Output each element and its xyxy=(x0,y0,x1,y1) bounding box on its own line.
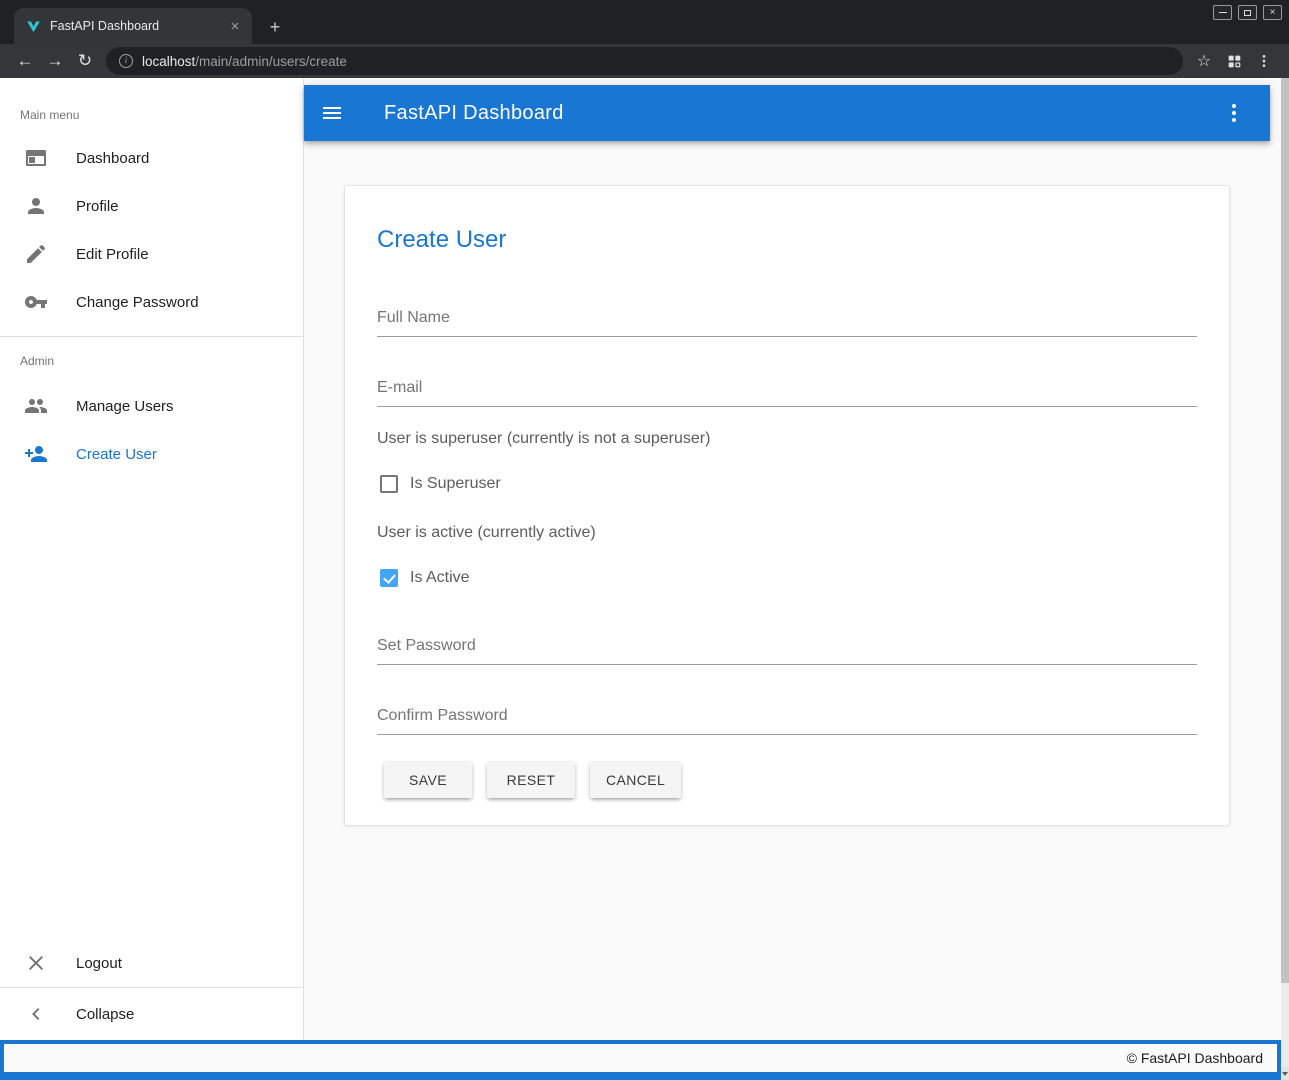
scrollbar-thumb[interactable] xyxy=(1281,78,1289,983)
reset-button[interactable]: RESET xyxy=(487,762,575,798)
key-icon xyxy=(24,290,48,314)
full-name-field[interactable]: Full Name xyxy=(377,309,1197,337)
hamburger-menu-button[interactable] xyxy=(320,101,344,125)
tab-title: FastAPI Dashboard xyxy=(50,19,217,33)
cancel-button[interactable]: CANCEL xyxy=(590,762,681,798)
url-host: localhost xyxy=(142,54,195,69)
email-label: E-mail xyxy=(377,379,1197,407)
sidebar: Main menu Dashboard Profile Edit Profile… xyxy=(0,78,304,1040)
superuser-checkbox-row: Is Superuser xyxy=(377,475,1197,493)
sidebar-item-logout[interactable]: Logout xyxy=(0,939,303,987)
extension-icon xyxy=(1227,54,1242,69)
sidebar-item-manage-users[interactable]: Manage Users xyxy=(0,382,303,430)
form-title: Create User xyxy=(377,226,1197,254)
site-info-icon[interactable]: i xyxy=(119,54,133,68)
superuser-hint: User is superuser (currently is not a su… xyxy=(377,430,1197,448)
close-button[interactable]: × xyxy=(1263,5,1282,20)
url-text: localhost/main/admin/users/create xyxy=(142,54,347,69)
browser-titlebar: FastAPI Dashboard × + × xyxy=(0,0,1289,44)
browser-menu-button[interactable] xyxy=(1249,47,1279,75)
maximize-icon xyxy=(1244,10,1251,16)
sidebar-item-label: Logout xyxy=(76,955,122,972)
active-checkbox-row: Is Active xyxy=(377,569,1197,587)
sidebar-item-dashboard[interactable]: Dashboard xyxy=(0,134,303,182)
confirm-password-field[interactable]: Confirm Password xyxy=(377,707,1197,735)
scroll-down-arrow[interactable] xyxy=(1281,1067,1289,1080)
is-superuser-checkbox[interactable] xyxy=(380,475,398,493)
sidebar-item-label: Collapse xyxy=(76,1006,134,1023)
footer-copyright: © FastAPI Dashboard xyxy=(1127,1050,1263,1066)
confirm-password-label: Confirm Password xyxy=(377,707,1197,735)
extension-button[interactable] xyxy=(1219,47,1249,75)
sidebar-item-label: Change Password xyxy=(76,294,199,311)
maximize-button[interactable] xyxy=(1238,5,1257,20)
sidebar-item-edit-profile[interactable]: Edit Profile xyxy=(0,230,303,278)
is-superuser-label[interactable]: Is Superuser xyxy=(410,475,501,493)
form-buttons: SAVE RESET CANCEL xyxy=(377,762,1197,798)
sidebar-item-collapse[interactable]: Collapse xyxy=(0,988,303,1040)
tab-close-icon[interactable]: × xyxy=(226,17,244,35)
footer: © FastAPI Dashboard xyxy=(0,1040,1281,1080)
sidebar-caption-admin: Admin xyxy=(0,337,303,382)
app-bar-menu-button[interactable] xyxy=(1222,101,1246,125)
pencil-icon xyxy=(24,242,48,266)
kebab-menu-icon xyxy=(1256,53,1272,69)
set-password-field[interactable]: Set Password xyxy=(377,637,1197,665)
reload-button[interactable]: ↻ xyxy=(70,47,100,75)
is-active-label[interactable]: Is Active xyxy=(410,569,470,587)
sidebar-item-label: Profile xyxy=(76,198,119,215)
sidebar-item-create-user[interactable]: Create User xyxy=(0,430,303,478)
create-user-card: Create User Full Name E-mail User is sup… xyxy=(344,185,1230,826)
save-button[interactable]: SAVE xyxy=(384,762,472,798)
new-tab-button[interactable]: + xyxy=(262,14,288,40)
minimize-button[interactable] xyxy=(1213,5,1232,20)
hamburger-icon xyxy=(320,101,344,125)
email-field[interactable]: E-mail xyxy=(377,379,1197,407)
active-hint: User is active (currently active) xyxy=(377,524,1197,542)
scrollbar[interactable] xyxy=(1281,78,1289,1080)
address-bar[interactable]: i localhost/main/admin/users/create xyxy=(106,47,1183,75)
sidebar-item-label: Edit Profile xyxy=(76,246,149,263)
sidebar-item-profile[interactable]: Profile xyxy=(0,182,303,230)
minimize-icon xyxy=(1219,12,1227,14)
close-x-icon xyxy=(24,951,48,975)
kebab-menu-icon xyxy=(1222,101,1246,125)
set-password-label: Set Password xyxy=(377,637,1197,665)
is-active-checkbox[interactable] xyxy=(380,569,398,587)
sidebar-item-label: Manage Users xyxy=(76,398,174,415)
full-name-label: Full Name xyxy=(377,309,1197,337)
back-button[interactable]: ← xyxy=(10,47,40,75)
browser-toolbar: ← → ↻ i localhost/main/admin/users/creat… xyxy=(0,44,1289,78)
sidebar-item-label: Create User xyxy=(76,446,157,463)
browser-tab[interactable]: FastAPI Dashboard × xyxy=(14,8,252,44)
sidebar-caption-main-menu: Main menu xyxy=(0,78,303,134)
page: Main menu Dashboard Profile Edit Profile… xyxy=(0,78,1281,1080)
app-bar-title: FastAPI Dashboard xyxy=(384,102,564,125)
person-icon xyxy=(24,194,48,218)
person-add-icon xyxy=(24,442,48,466)
url-path: /main/admin/users/create xyxy=(195,54,347,69)
footer-inner: © FastAPI Dashboard xyxy=(4,1044,1277,1072)
sidebar-item-label: Dashboard xyxy=(76,150,149,167)
app-bar: FastAPI Dashboard xyxy=(304,85,1270,141)
window-controls: × xyxy=(1213,5,1282,20)
sidebar-item-change-password[interactable]: Change Password xyxy=(0,278,303,326)
bookmark-star-button[interactable]: ☆ xyxy=(1189,47,1219,75)
people-icon xyxy=(24,394,48,418)
forward-button[interactable]: → xyxy=(40,47,70,75)
dashboard-icon xyxy=(24,146,48,170)
sidebar-bottom: Logout Collapse xyxy=(0,939,303,1040)
vuetify-logo-icon xyxy=(26,19,41,34)
chevron-left-icon xyxy=(24,1002,48,1026)
